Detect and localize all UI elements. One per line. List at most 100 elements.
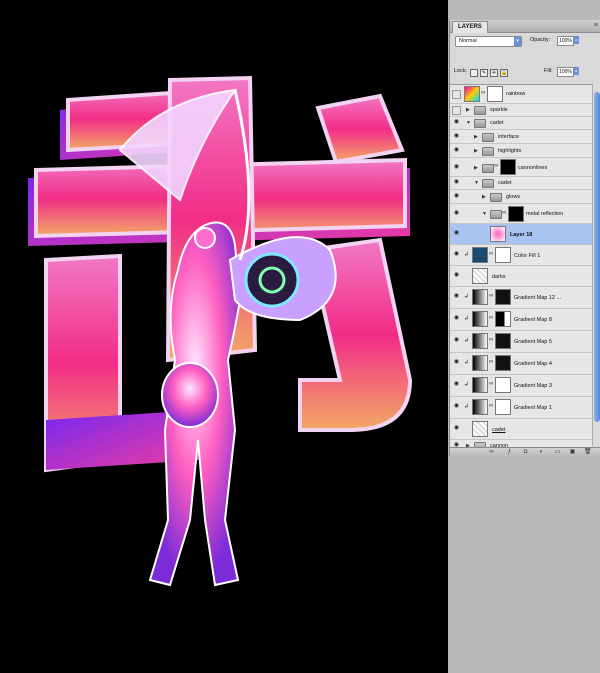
layer-row-darks[interactable]: ◉ darks — [450, 266, 592, 287]
clipping-arrow-icon: ↲ — [464, 316, 470, 322]
opacity-label: Opacity: — [530, 37, 551, 43]
lock-image-brush-icon[interactable]: ✎ — [480, 69, 488, 77]
add-mask-icon[interactable]: ◘ — [522, 449, 529, 456]
layer-row-cannon[interactable]: ◉ ▶ cannon — [450, 440, 592, 447]
eye-icon[interactable]: ◉ — [452, 163, 461, 172]
fill-stepper-icon[interactable]: ▸ — [574, 67, 579, 75]
new-group-icon[interactable]: ▭ — [554, 449, 561, 456]
layer-row-gradient-map-8[interactable]: ◉ ↲ ∞ Gradient Map 8 — [450, 309, 592, 331]
layer-mask-thumbnail — [495, 355, 511, 371]
blend-mode-select[interactable]: Normal ▾ — [455, 36, 522, 47]
layer-thumbnail — [472, 268, 488, 284]
collapse-arrow-icon[interactable]: ▼ — [474, 180, 479, 186]
layer-row-cadet-layer[interactable]: ◉ cadet — [450, 419, 592, 440]
eye-icon[interactable]: ◉ — [452, 250, 461, 259]
expand-arrow-icon[interactable]: ▶ — [474, 148, 478, 154]
eye-icon[interactable]: ◉ — [452, 380, 461, 389]
folder-icon — [474, 119, 486, 128]
layer-row-interface[interactable]: ◉ ▶ interface — [450, 130, 592, 144]
layer-row-highlights[interactable]: ◉ ▶ highlights — [450, 144, 592, 158]
opacity-stepper-icon[interactable]: ▸ — [574, 36, 579, 44]
eye-icon[interactable]: ◉ — [452, 132, 461, 141]
layer-row-cannonlines[interactable]: ◉ ▶ ∞ cannonlines — [450, 158, 592, 177]
link-icon: ∞ — [489, 315, 494, 321]
layer-row-rainbow[interactable]: ∞ rainbow — [450, 85, 592, 104]
layer-name: highlights — [498, 148, 522, 154]
lock-all-icon[interactable]: 🔒 — [500, 69, 508, 77]
tab-layers[interactable]: LAYERS — [452, 21, 488, 33]
layer-row-gradient-map-5[interactable]: ◉ ↲ ∞ Gradient Map 5 — [450, 331, 592, 353]
layer-name: cadet — [490, 120, 504, 126]
layer-row-gradient-map-1[interactable]: ◉ ↲ ∞ Gradient Map 1 — [450, 397, 592, 419]
panel-footer-toolbar: ∞ ƒ ◘ ◐ ▭ ▣ 🗑 — [450, 447, 600, 457]
layer-mask-thumbnail — [487, 86, 503, 102]
eye-icon[interactable]: ◉ — [452, 314, 461, 323]
eye-icon[interactable]: ◉ — [452, 192, 461, 201]
adjustment-thumbnail — [472, 333, 488, 349]
layer-row-gradient-map-3[interactable]: ◉ ↲ ∞ Gradient Map 3 — [450, 375, 592, 397]
adjustment-thumbnail — [472, 311, 488, 327]
link-icon: ∞ — [489, 251, 494, 257]
layer-row-metal-reflection[interactable]: ◉ ▼ ∞ metal reflection — [450, 204, 592, 224]
opacity-input[interactable]: 100% — [557, 36, 574, 46]
eye-icon[interactable]: ◉ — [452, 229, 461, 238]
layers-scrollbar[interactable] — [592, 84, 600, 446]
eye-icon[interactable]: ◉ — [452, 292, 461, 301]
layer-mask-thumbnail — [495, 399, 511, 415]
eye-icon[interactable]: ◉ — [452, 118, 461, 127]
trash-icon[interactable]: 🗑 — [584, 449, 592, 456]
document-canvas[interactable] — [0, 0, 448, 673]
visibility-toggle[interactable] — [452, 90, 461, 99]
layer-name: Gradient Map 1 — [514, 405, 552, 411]
layer-row-layer-18[interactable]: ◉ Layer 18 — [450, 224, 592, 245]
eye-icon[interactable]: ◉ — [452, 209, 461, 218]
layer-row-glows[interactable]: ◉ ▶ glows — [450, 190, 592, 204]
panel-tab-bar: LAYERS ≡ — [450, 20, 600, 33]
expand-arrow-icon[interactable]: ▶ — [482, 194, 486, 200]
folder-icon — [482, 147, 494, 156]
clipping-arrow-icon: ↲ — [464, 360, 470, 366]
layer-row-gradient-map-4[interactable]: ◉ ↲ ∞ Gradient Map 4 — [450, 353, 592, 375]
lock-position-move-icon[interactable]: ✛ — [490, 69, 498, 77]
eye-icon[interactable]: ◉ — [452, 424, 461, 433]
layer-row-cadet-group[interactable]: ◉ ▼ cadet — [450, 117, 592, 130]
eye-icon[interactable]: ◉ — [452, 358, 461, 367]
folder-icon — [490, 193, 502, 202]
layer-row-gradient-map-12[interactable]: ◉ ↲ ∞ Gradient Map 12 ... — [450, 287, 592, 309]
scrollbar-thumb[interactable] — [594, 92, 600, 422]
expand-arrow-icon[interactable]: ▶ — [466, 107, 470, 113]
collapse-arrow-icon[interactable]: ▼ — [466, 120, 471, 126]
layer-row-color-fill-1[interactable]: ◉ ↲ ∞ Color Fill 1 — [450, 245, 592, 266]
adjustment-thumbnail — [472, 377, 488, 393]
fill-label: Fill: — [544, 68, 553, 74]
eye-icon[interactable]: ◉ — [452, 178, 461, 187]
link-layers-icon[interactable]: ∞ — [488, 449, 495, 456]
clipping-arrow-icon: ↲ — [464, 294, 470, 300]
link-icon: ∞ — [494, 163, 499, 169]
layers-list: ∞ rainbow ▶ sparkle ◉ ▼ cadet ◉ ▶ interf… — [450, 84, 592, 447]
fill-input[interactable]: 100% — [557, 67, 574, 77]
adjustment-layer-icon[interactable]: ◐ — [538, 449, 545, 456]
expand-arrow-icon[interactable]: ▶ — [474, 165, 478, 171]
layer-name: Layer 18 — [510, 232, 533, 238]
layer-name: darks — [492, 274, 506, 280]
panel-menu-icon[interactable]: ≡ — [594, 22, 598, 30]
layer-style-fx-icon[interactable]: ƒ — [506, 449, 513, 456]
eye-icon[interactable]: ◉ — [452, 336, 461, 345]
layer-row-cadet-subgroup[interactable]: ◉ ▼ cadet — [450, 177, 592, 190]
layer-name: cadet — [498, 180, 512, 186]
eye-icon[interactable]: ◉ — [452, 146, 461, 155]
visibility-toggle[interactable] — [452, 106, 461, 115]
clipping-arrow-icon: ↲ — [464, 382, 470, 388]
layer-row-sparkle[interactable]: ▶ sparkle — [450, 104, 592, 117]
folder-icon — [474, 106, 486, 115]
link-icon: ∞ — [489, 403, 494, 409]
expand-arrow-icon[interactable]: ▼ — [482, 211, 487, 217]
expand-arrow-icon[interactable]: ▶ — [474, 134, 478, 140]
eye-icon[interactable]: ◉ — [452, 271, 461, 280]
lock-transparent-icon[interactable] — [470, 69, 478, 77]
folder-icon — [482, 164, 494, 173]
new-layer-icon[interactable]: ▣ — [569, 449, 576, 456]
layer-name: glows — [506, 194, 521, 200]
eye-icon[interactable]: ◉ — [452, 402, 461, 411]
